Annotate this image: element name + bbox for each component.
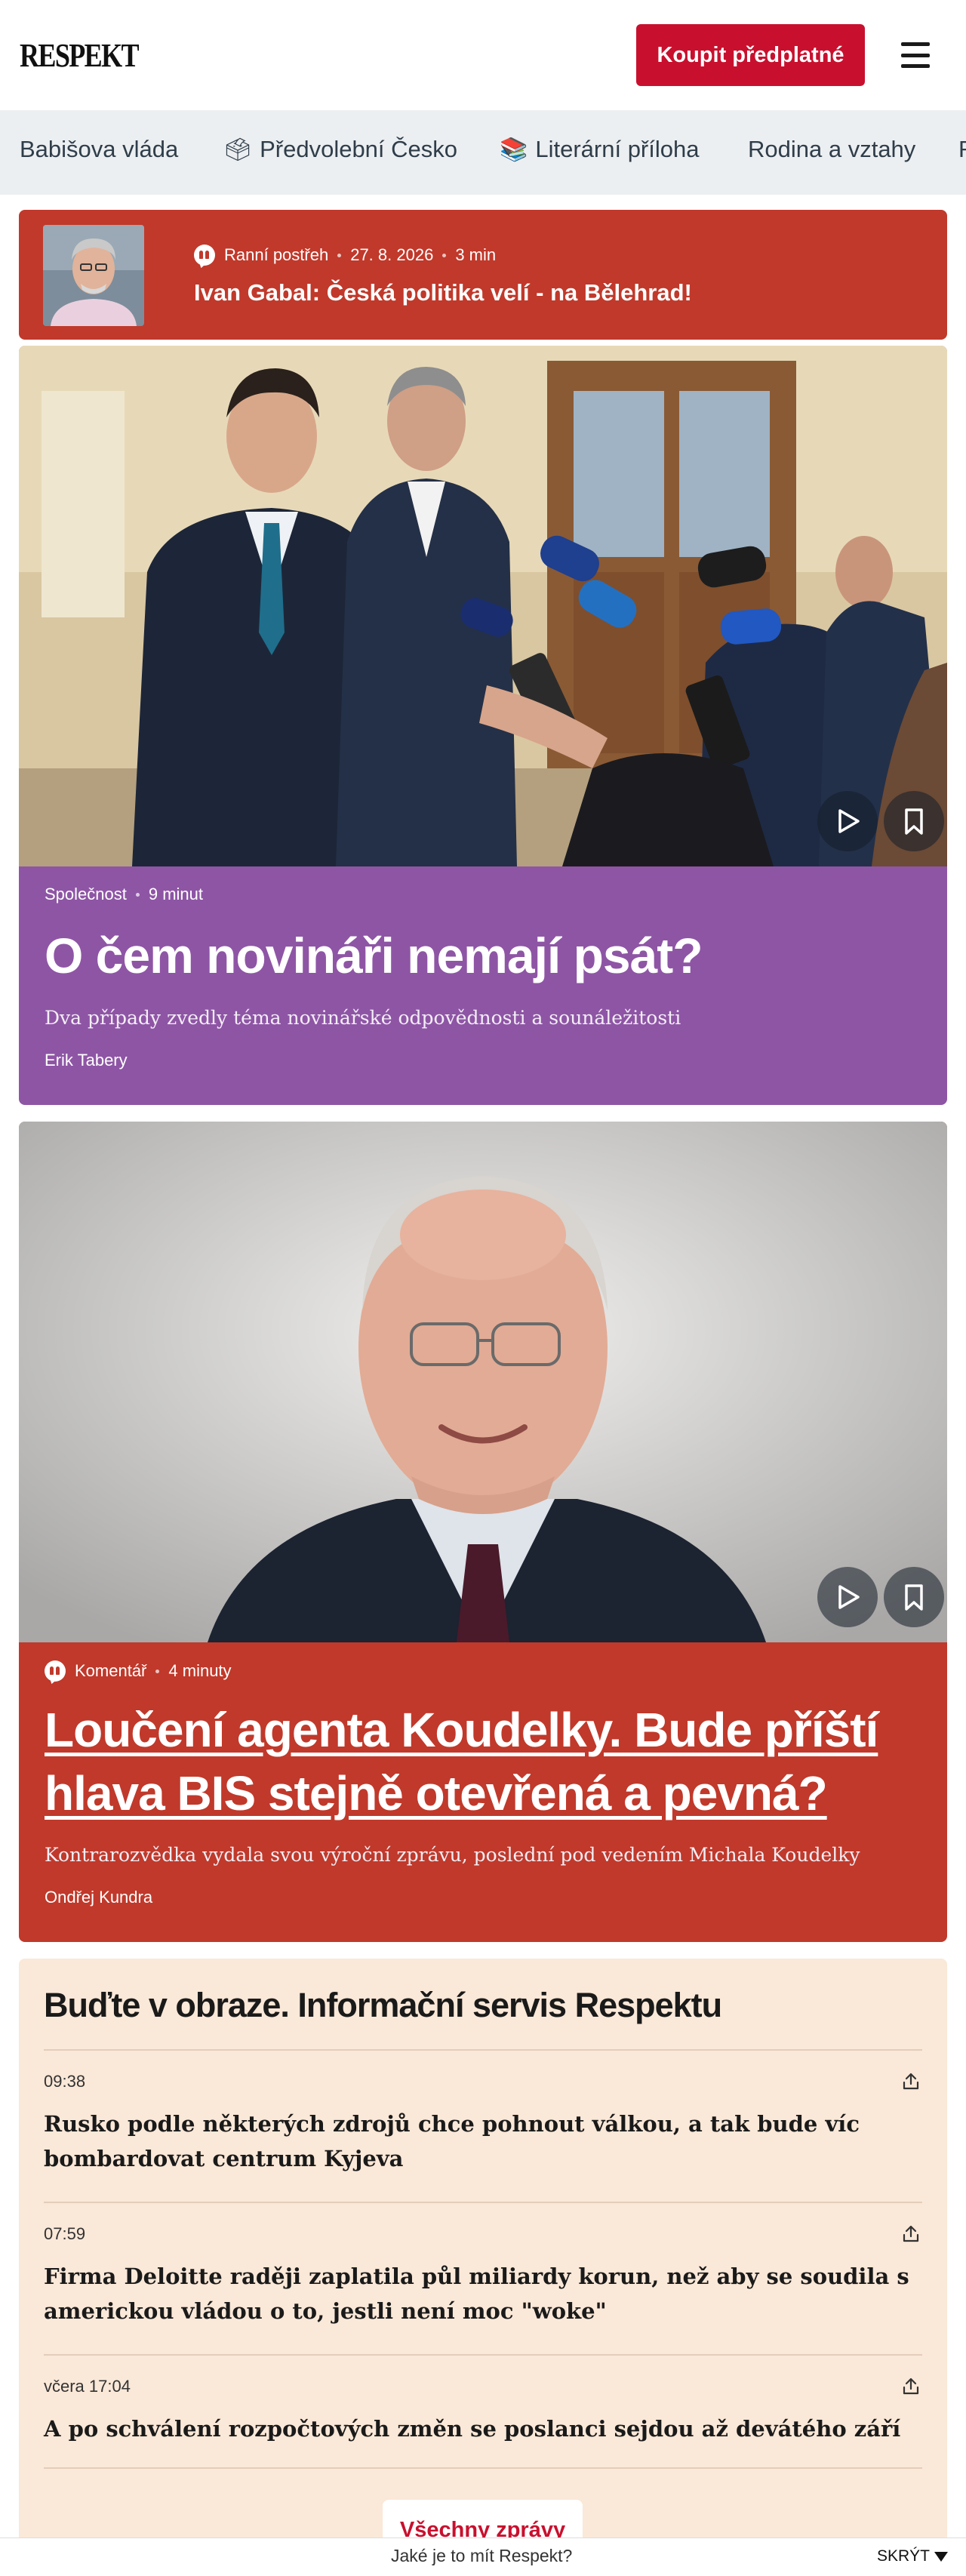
story-photo[interactable] — [19, 346, 947, 866]
share-icon[interactable] — [901, 2377, 921, 2396]
bookmark-button[interactable] — [884, 791, 944, 851]
story-card-novinari[interactable]: Společnost 9 minut O čem novináři nemají… — [19, 346, 947, 1105]
author-avatar — [43, 225, 144, 326]
share-icon[interactable] — [901, 2224, 921, 2244]
site-header: RESPEKT Koupit předplatné — [0, 0, 966, 110]
morning-note-headline[interactable]: Ivan Gabal: Česká politika velí - na Běl… — [194, 279, 692, 306]
hide-bar-button[interactable]: SKRÝT — [877, 2547, 949, 2565]
press-conference-photo — [19, 346, 947, 866]
story-meta: Komentář 4 minuty — [45, 1660, 232, 1682]
news-title[interactable]: A po schválení rozpočtových změn se posl… — [44, 2411, 922, 2446]
news-item[interactable]: včera 17:04 A po schválení rozpočtových … — [44, 2354, 922, 2469]
news-item[interactable]: 07:59 Firma Deloitte raději zaplatila pů… — [44, 2202, 922, 2354]
story-author[interactable]: Ondřej Kundra — [45, 1888, 152, 1907]
news-time: 09:38 — [44, 2072, 86, 2091]
section-label: Ranní postřeh — [224, 245, 329, 264]
morning-note-meta: Ranní postřeh 27. 8. 2026 3 min — [194, 245, 496, 266]
play-icon — [838, 1585, 860, 1609]
portrait-photo — [19, 1122, 947, 1642]
category-nav: Babišova vláda 🗳 Předvolební Česko 📚 Lit… — [0, 110, 966, 195]
section-label: Komentář — [75, 1661, 147, 1680]
news-time: včera 17:04 — [44, 2377, 131, 2396]
respekt-logo[interactable]: RESPEKT — [20, 36, 140, 75]
story-card-koudelka[interactable]: Komentář 4 minuty Loučení agenta Koudelk… — [19, 1122, 947, 1942]
story-author[interactable]: Erik Tabery — [45, 1051, 128, 1070]
story-headline[interactable]: O čem novináři nemají psát? — [45, 927, 703, 984]
news-service-box: Buďte v obraze. Informační servis Respek… — [19, 1959, 947, 2576]
news-service-title: Buďte v obraze. Informační servis Respek… — [44, 1986, 722, 2024]
read-time: 3 min — [455, 245, 497, 264]
category-label: Rodina a vztahy — [748, 136, 916, 162]
category-label: Literární příloha — [535, 136, 700, 162]
category-item-overflow[interactable]: R — [958, 136, 966, 163]
story-perex: Dva případy zvedly téma novinářské odpov… — [45, 1007, 681, 1029]
hamburger-menu-icon[interactable] — [897, 38, 934, 72]
play-audio-button[interactable] — [817, 791, 878, 851]
bookmark-button[interactable] — [884, 1567, 944, 1627]
comment-bubble-icon — [45, 1660, 66, 1682]
category-label: Předvolební Česko — [260, 136, 458, 162]
story-perex: Kontrarozvědka vydala svou výroční zpráv… — [45, 1844, 860, 1866]
morning-note-card[interactable]: Ranní postřeh 27. 8. 2026 3 min Ivan Gab… — [19, 210, 947, 340]
share-icon[interactable] — [901, 2072, 921, 2091]
play-icon — [838, 809, 860, 833]
news-title[interactable]: Rusko podle některých zdrojů chce pohnou… — [44, 2107, 922, 2176]
read-time: 9 minut — [148, 885, 204, 903]
story-meta: Společnost 9 minut — [45, 885, 203, 904]
ballot-box-icon: 🗳 — [223, 137, 253, 162]
category-label: Babišova vláda — [20, 136, 179, 162]
play-audio-button[interactable] — [817, 1567, 878, 1627]
bookmark-icon — [905, 808, 923, 835]
news-title[interactable]: Firma Deloitte raději zaplatila půl mili… — [44, 2259, 922, 2328]
hide-label: SKRÝT — [877, 2547, 931, 2565]
subscribe-button[interactable]: Koupit předplatné — [636, 24, 865, 86]
feedback-question[interactable]: Jaké je to mít Respekt? — [391, 2546, 572, 2566]
triangle-down-icon — [934, 2551, 949, 2562]
section-label: Společnost — [45, 885, 127, 903]
publish-date: 27. 8. 2026 — [350, 245, 434, 264]
category-item-babisova-vlada[interactable]: Babišova vláda — [20, 136, 178, 163]
news-item[interactable]: 09:38 Rusko podle některých zdrojů chce … — [44, 2049, 922, 2202]
news-time: 07:59 — [44, 2224, 86, 2243]
category-item-rodina-a-vztahy[interactable]: Rodina a vztahy — [748, 136, 915, 163]
story-headline[interactable]: Loučení agenta Koudelky. Bude příští hla… — [45, 1698, 928, 1825]
read-time: 4 minuty — [168, 1661, 232, 1680]
feedback-bar: Jaké je to mít Respekt? SKRÝT — [0, 2538, 966, 2576]
books-icon: 📚 — [500, 137, 528, 162]
story-photo[interactable] — [19, 1122, 947, 1642]
comment-bubble-icon — [194, 245, 215, 266]
bookmark-icon — [905, 1584, 923, 1611]
category-item-predvolebni-cesko[interactable]: 🗳 Předvolební Česko — [223, 136, 457, 163]
category-item-literarni-priloha[interactable]: 📚 Literární příloha — [500, 136, 699, 163]
